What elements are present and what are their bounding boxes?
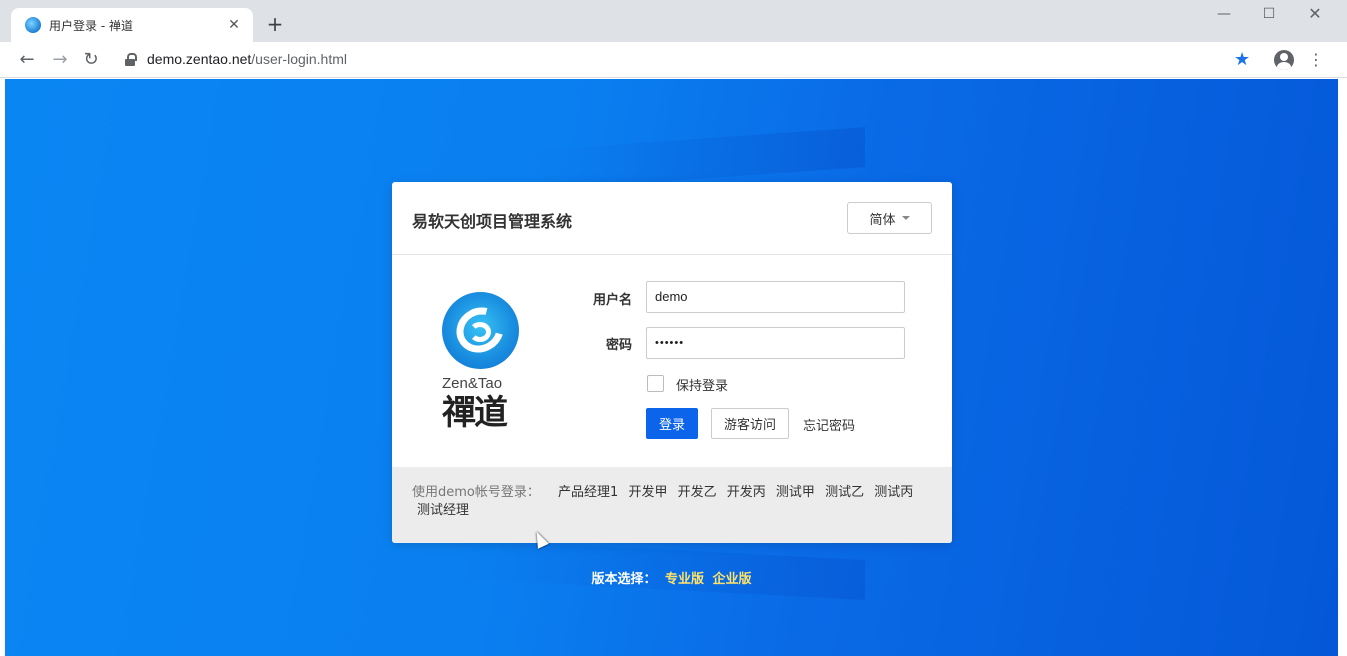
- login-page-background: 易软天创项目管理系统 简体 Zen&Tao 禪道 用户名 demo 密码 •••…: [5, 79, 1338, 656]
- guest-access-button[interactable]: 游客访问: [711, 408, 789, 439]
- version-label: 版本选择：: [591, 572, 657, 587]
- demo-account-link[interactable]: 测试乙: [825, 485, 864, 500]
- forward-arrow-icon[interactable]: →: [48, 48, 72, 72]
- version-link-pro[interactable]: 专业版: [665, 572, 704, 587]
- demo-account-link[interactable]: 开发丙: [727, 485, 766, 500]
- password-label: 密码: [605, 338, 632, 353]
- demo-account-link[interactable]: 测试丙: [874, 485, 913, 500]
- keep-login-checkbox[interactable]: [647, 375, 664, 392]
- demo-accounts-prefix: 使用demo帐号登录：: [412, 485, 540, 500]
- username-label: 用户名: [592, 293, 632, 308]
- url-host: demo.zentao.net: [147, 51, 252, 67]
- browser-toolbar: ← → ↻ demo.zentao.net/user-login.html ★ …: [0, 42, 1347, 78]
- tab-title: 用户登录 - 禅道: [49, 18, 133, 33]
- demo-accounts-panel: 使用demo帐号登录： 产品经理1 开发甲 开发乙 开发丙 测试甲 测试乙 测试…: [392, 467, 952, 543]
- forgot-password-link[interactable]: 忘记密码: [803, 415, 855, 434]
- login-panel-header: 易软天创项目管理系统 简体: [392, 182, 952, 255]
- browser-tab-bar: 用户登录 - 禅道 ✕ + — ☐ ✕: [0, 0, 1347, 42]
- zentao-favicon-icon: [25, 17, 41, 33]
- bookmark-star-icon[interactable]: ★: [1234, 49, 1250, 70]
- demo-account-link[interactable]: 产品经理1: [558, 485, 618, 500]
- demo-account-link[interactable]: 测试经理: [417, 503, 469, 518]
- browser-tab[interactable]: 用户登录 - 禅道 ✕: [11, 8, 253, 42]
- demo-account-link[interactable]: 开发乙: [678, 485, 717, 500]
- caret-down-icon: [901, 216, 910, 220]
- language-label: 简体: [869, 212, 896, 228]
- window-minimize-button[interactable]: —: [1213, 4, 1235, 24]
- password-input[interactable]: ••••••: [646, 327, 905, 359]
- lock-icon[interactable]: [124, 53, 137, 67]
- logo-chinese-text: 禪道: [442, 393, 508, 433]
- new-tab-button[interactable]: +: [264, 13, 286, 35]
- address-bar[interactable]: demo.zentao.net/user-login.html: [147, 51, 347, 67]
- version-link-enterprise[interactable]: 企业版: [713, 572, 752, 587]
- window-maximize-button[interactable]: ☐: [1258, 4, 1280, 24]
- window-close-button[interactable]: ✕: [1304, 4, 1326, 24]
- login-panel: 易软天创项目管理系统 简体 Zen&Tao 禪道 用户名 demo 密码 •••…: [392, 182, 952, 543]
- browser-menu-icon[interactable]: ⋮: [1308, 50, 1324, 70]
- zentao-logo: Zen&Tao 禪道: [442, 292, 534, 432]
- language-select-button[interactable]: 简体: [847, 202, 932, 234]
- zentao-swirl-logo-icon: [442, 292, 519, 369]
- logo-english-text: Zen&Tao: [442, 375, 503, 392]
- url-path: /user-login.html: [251, 51, 347, 67]
- demo-account-link[interactable]: 测试甲: [776, 485, 815, 500]
- keep-login-label[interactable]: 保持登录: [676, 375, 728, 394]
- reload-icon[interactable]: ↻: [79, 48, 103, 72]
- login-button[interactable]: 登录: [646, 408, 698, 439]
- system-title: 易软天创项目管理系统: [412, 212, 573, 231]
- demo-account-link[interactable]: 开发甲: [628, 485, 667, 500]
- version-selector: 版本选择： 专业版 企业版: [5, 568, 1338, 587]
- account-icon[interactable]: [1274, 50, 1294, 70]
- username-input[interactable]: demo: [646, 281, 905, 313]
- tab-close-icon[interactable]: ✕: [225, 16, 243, 34]
- back-arrow-icon[interactable]: ←: [15, 48, 39, 72]
